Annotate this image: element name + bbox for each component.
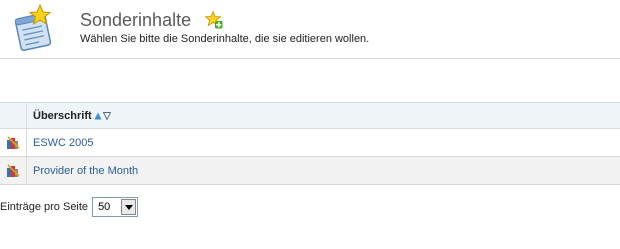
row-link-eswc-2005[interactable]: ESWC 2005 [27,137,94,149]
row-link-provider-of-the-month[interactable]: Provider of the Month [27,165,138,177]
table-header-row: Überschrift [0,102,620,129]
page-subtitle: Wählen Sie bitte die Sonderinhalte, die … [80,33,370,45]
table-row: Provider of the Month [0,157,620,185]
edit-content-icon[interactable] [5,135,21,151]
entries-per-page-select[interactable]: 50 [92,197,139,217]
table-row: ESWC 2005 [0,129,620,157]
entries-per-page-label: Einträge pro Seite [0,201,89,213]
notepad-star-icon [14,4,52,51]
page-header: Sonderinhalte Wählen Sie bitte die Sonde… [0,0,620,59]
row-icon-cell [0,129,27,156]
entries-per-page-value: 50 [98,201,111,213]
page: Sonderinhalte Wählen Sie bitte die Sonde… [0,0,620,249]
page-title: Sonderinhalte [80,10,192,30]
icon-column-header [0,103,27,128]
column-header-ueberschrift[interactable]: Überschrift [27,110,111,122]
dropdown-button[interactable] [121,199,137,215]
row-icon-cell [0,157,27,184]
column-header-label: Überschrift [33,109,92,122]
star-add-icon[interactable] [205,11,223,29]
content-table: Überschrift ESWC 2005 Provider of the Mo… [0,102,620,185]
sort-controls[interactable] [94,111,111,120]
sort-descending-icon[interactable] [102,111,111,120]
edit-content-icon[interactable] [5,163,21,179]
chevron-down-icon [124,204,133,210]
title-row: Sonderinhalte [80,8,223,32]
pagination-bar: Einträge pro Seite 50 [0,196,139,218]
sort-ascending-icon[interactable] [94,112,102,120]
